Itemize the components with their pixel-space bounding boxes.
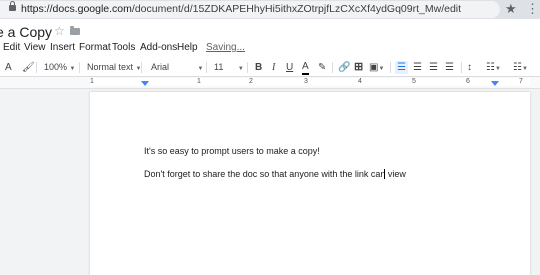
url-path: /document/d/15ZDKAPEHhyHi5ithxZOtrpjfLzC…	[131, 3, 462, 15]
font-size-select[interactable]: 11 ▼	[214, 59, 244, 78]
font-value: Arial	[151, 62, 170, 72]
add-comment-icon[interactable]: ⊞	[354, 59, 363, 76]
menu-tools[interactable]: Tools	[112, 42, 135, 53]
bulleted-list-icon[interactable]: ☷▼	[513, 59, 528, 78]
ruler-track	[90, 78, 530, 86]
ruler-number: 6	[466, 78, 470, 85]
toolbar	[0, 59, 540, 77]
lock-icon[interactable]	[9, 1, 16, 11]
toolbar-divider	[79, 62, 80, 73]
align-left-icon: ☰	[397, 62, 406, 73]
document-page[interactable]	[90, 92, 530, 275]
star-icon[interactable]: ☆	[54, 24, 65, 38]
toolbar-divider	[390, 62, 391, 73]
link-icon[interactable]: 🔗	[338, 59, 350, 76]
chevron-down-icon: ▼	[237, 66, 244, 72]
menu-help[interactable]: Help	[177, 42, 198, 53]
ruler-number: 2	[249, 78, 253, 85]
toolbar-divider	[36, 62, 37, 73]
browser-menu-icon[interactable]: ⋮	[526, 1, 539, 17]
bookmark-star-icon[interactable]: ★	[505, 1, 517, 17]
toolbar-divider	[332, 62, 333, 73]
ruler-number: 7	[519, 78, 523, 85]
ruler-number: 1	[90, 78, 94, 85]
zoom-value: 100%	[44, 62, 68, 72]
underline-button[interactable]: U	[286, 59, 293, 76]
chevron-down-icon: ▼	[378, 66, 385, 72]
right-indent-marker[interactable]	[491, 81, 499, 86]
text-cursor	[384, 169, 385, 179]
bold-button[interactable]: B	[255, 59, 262, 76]
folder-icon[interactable]	[70, 26, 80, 35]
zoom-select[interactable]: 100% ▼	[44, 59, 76, 78]
menu-addons[interactable]: Add-ons	[140, 42, 177, 53]
toolbar-divider	[247, 62, 248, 73]
ruler-number: 4	[358, 78, 362, 85]
style-select[interactable]: Normal text ▼	[87, 59, 141, 78]
url-host: https://docs.google.com	[21, 3, 132, 15]
numbered-list-icon[interactable]: ☷▼	[486, 59, 501, 78]
ruler-number: 1	[197, 78, 201, 85]
menu-edit[interactable]: Edit	[3, 42, 20, 53]
toolbar-divider	[206, 62, 207, 73]
line-spacing-icon[interactable]: ↕	[467, 59, 472, 76]
ruler-number: 3	[304, 78, 308, 85]
italic-button[interactable]: I	[272, 59, 275, 76]
chevron-down-icon: ▼	[521, 66, 528, 72]
justify-icon[interactable]: ☰	[445, 59, 454, 76]
text-color-button[interactable]: A	[302, 60, 309, 75]
docs-header	[0, 19, 540, 59]
font-select[interactable]: Arial ▼	[151, 59, 203, 78]
paint-format-icon[interactable]: 🖌	[22, 59, 35, 76]
align-right-icon[interactable]: ☰	[429, 59, 438, 76]
menu-insert[interactable]: Insert	[50, 42, 75, 53]
spellcheck-icon[interactable]: A	[5, 59, 12, 76]
url-text[interactable]: https://docs.google.com/document/d/15ZDK…	[21, 3, 461, 15]
toolbar-divider	[141, 62, 142, 73]
document-paragraph[interactable]: Don't forget to share the doc so that an…	[144, 169, 406, 179]
document-paragraph[interactable]: It's so easy to prompt users to make a c…	[144, 146, 320, 156]
saving-status: Saving...	[206, 42, 245, 53]
menu-format[interactable]: Format	[79, 42, 111, 53]
ruler-number: 5	[412, 78, 416, 85]
chevron-down-icon: ▼	[69, 66, 76, 72]
style-value: Normal text	[87, 62, 134, 72]
highlight-icon[interactable]: ✎	[318, 59, 326, 76]
left-indent-marker[interactable]	[141, 81, 149, 86]
chevron-down-icon: ▼	[494, 66, 501, 72]
insert-image-icon[interactable]: ▣▼	[369, 59, 384, 78]
chevron-down-icon: ▼	[197, 66, 204, 72]
align-center-icon[interactable]: ☰	[413, 59, 422, 76]
font-size-value: 11	[214, 62, 224, 72]
document-title[interactable]: e a Copy	[0, 24, 52, 40]
menu-view[interactable]: View	[24, 42, 46, 53]
toolbar-divider	[461, 62, 462, 73]
